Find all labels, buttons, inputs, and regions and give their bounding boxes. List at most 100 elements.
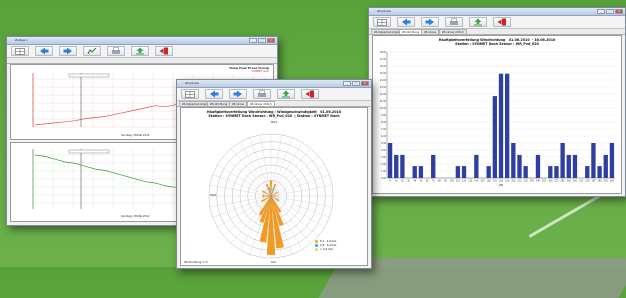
print-icon[interactable]	[253, 89, 271, 99]
back-arrow-icon[interactable]	[35, 46, 53, 56]
bar	[597, 166, 602, 178]
x-tick-label: 300	[573, 180, 578, 183]
x-tick-label: 10	[395, 180, 398, 183]
bar	[492, 96, 497, 178]
grid-icon[interactable]	[181, 89, 199, 99]
bar	[511, 143, 516, 178]
bar	[523, 166, 528, 178]
x-tick-label: 80	[438, 180, 441, 183]
forward-arrow-icon[interactable]	[229, 89, 247, 99]
legend-swatch	[315, 240, 318, 243]
y-tick-label: 14.00	[380, 79, 387, 82]
footer-left-label: Windrichtung in %	[184, 261, 208, 264]
bar	[400, 154, 405, 178]
bar	[535, 154, 541, 178]
back-arrow-icon[interactable]	[205, 89, 223, 99]
bar	[394, 154, 399, 178]
toolbar	[369, 16, 625, 29]
forward-arrow-icon[interactable]	[421, 17, 439, 27]
x-axis-label: WR	[499, 183, 504, 187]
window-title: Windrose	[377, 9, 391, 13]
bar	[609, 143, 615, 178]
close-button[interactable]: ×	[361, 81, 369, 86]
window-title: Zeitverl.	[15, 38, 28, 42]
exit-icon[interactable]	[493, 17, 511, 27]
wind-direction-window: Windrose _ □ × Windgeschwindigkeit Windr…	[368, 7, 626, 197]
y-tick-label: 3.00	[381, 156, 386, 159]
back-arrow-icon[interactable]	[397, 17, 415, 27]
x-tick-label: 230	[530, 180, 535, 183]
export-icon[interactable]	[469, 17, 487, 27]
x-tick-label: 320	[585, 180, 590, 183]
minimize-button[interactable]: _	[343, 81, 351, 86]
print-icon[interactable]	[445, 17, 463, 27]
x-tick-label: 140	[474, 180, 479, 183]
y-tick-label: 0.00	[381, 177, 386, 180]
legend-swatch	[315, 248, 318, 251]
y-tick-label: 12.00	[380, 93, 387, 96]
bar	[603, 154, 608, 178]
grid-icon[interactable]	[373, 17, 391, 27]
tab-windrose-umkl[interactable]: Windrose (Umkl)	[247, 101, 275, 106]
tab-windrose[interactable]: Windrose	[421, 29, 440, 34]
grid-icon[interactable]	[11, 46, 29, 56]
x-tick-label: 170	[493, 180, 498, 183]
close-button[interactable]: ×	[267, 38, 275, 43]
legend-item: 0.1 - 1.9 m/s	[315, 240, 336, 243]
minimize-button[interactable]: _	[249, 38, 257, 43]
bar	[431, 154, 436, 178]
bar	[560, 143, 565, 178]
tab-windrose[interactable]: Windrose	[229, 101, 248, 106]
x-axis-date-label: Sonntag, 28.Mai 2012	[121, 215, 150, 218]
bar	[498, 73, 504, 178]
x-tick-label: 110	[456, 180, 461, 183]
x-tick-label: 180	[499, 180, 504, 183]
chart-icon[interactable]	[83, 46, 101, 56]
print-icon[interactable]	[107, 46, 125, 56]
y-tick-label: 13.00	[380, 86, 387, 89]
y-tick-label: 16.00	[380, 65, 387, 68]
x-tick-label: 130	[468, 180, 473, 183]
forward-arrow-icon[interactable]	[59, 46, 77, 56]
wind-rose-chart	[208, 133, 334, 259]
export-icon[interactable]	[131, 46, 149, 56]
bar	[461, 166, 467, 178]
bar	[455, 166, 461, 178]
window-titlebar: Windrose _ □ ×	[177, 80, 371, 88]
x-tick-label: 290	[567, 180, 572, 183]
export-icon[interactable]	[277, 89, 295, 99]
exit-icon[interactable]	[155, 46, 173, 56]
bar	[387, 143, 393, 178]
close-button[interactable]: ×	[615, 9, 623, 14]
x-tick-label: 330	[591, 180, 596, 183]
tab-windrichtung[interactable]: Windrichtung	[207, 101, 231, 106]
y-tick-label: 4.00	[381, 149, 386, 152]
x-tick-label: 90	[444, 180, 447, 183]
x-tick-label: 50	[419, 180, 422, 183]
footer-south-label: Süd	[271, 261, 276, 264]
x-tick-label: 220	[524, 180, 529, 183]
tab-windrose-umkl[interactable]: Windrose (Umkl)	[439, 29, 467, 34]
maximize-button[interactable]: □	[606, 9, 614, 14]
y-tick-label: 17.00	[380, 58, 387, 61]
bar	[418, 166, 424, 178]
legend-item: 1.9 - 3.4 m/s	[315, 244, 336, 247]
minimize-button[interactable]: _	[597, 9, 605, 14]
bar	[505, 73, 510, 178]
x-tick-label: 310	[579, 180, 584, 183]
toolbar	[7, 45, 277, 58]
x-tick-label: 0	[389, 180, 391, 183]
x-tick-label: 160	[487, 180, 492, 183]
legend-label: > 3.4 m/s	[320, 248, 333, 251]
exit-icon[interactable]	[301, 89, 319, 99]
legend-label: 1.9 - 3.4 m/s	[320, 244, 337, 247]
legend-label: 0.1 - 1.9 m/s	[320, 240, 337, 243]
x-tick-label: 270	[554, 180, 559, 183]
maximize-button[interactable]: □	[352, 81, 360, 86]
maximize-button[interactable]: □	[258, 38, 266, 43]
y-tick-label: 8.00	[381, 121, 386, 124]
window-titlebar: Zeitverl. _ □ ×	[7, 37, 277, 45]
bar	[566, 154, 571, 178]
tab-windrichtung[interactable]: Windrichtung	[399, 29, 423, 34]
wind-direction-bar-chart: 0.00 1.00 2.00 3.00 4.00 5.00 6.00 7.00 8.00 9.00…	[380, 51, 615, 187]
